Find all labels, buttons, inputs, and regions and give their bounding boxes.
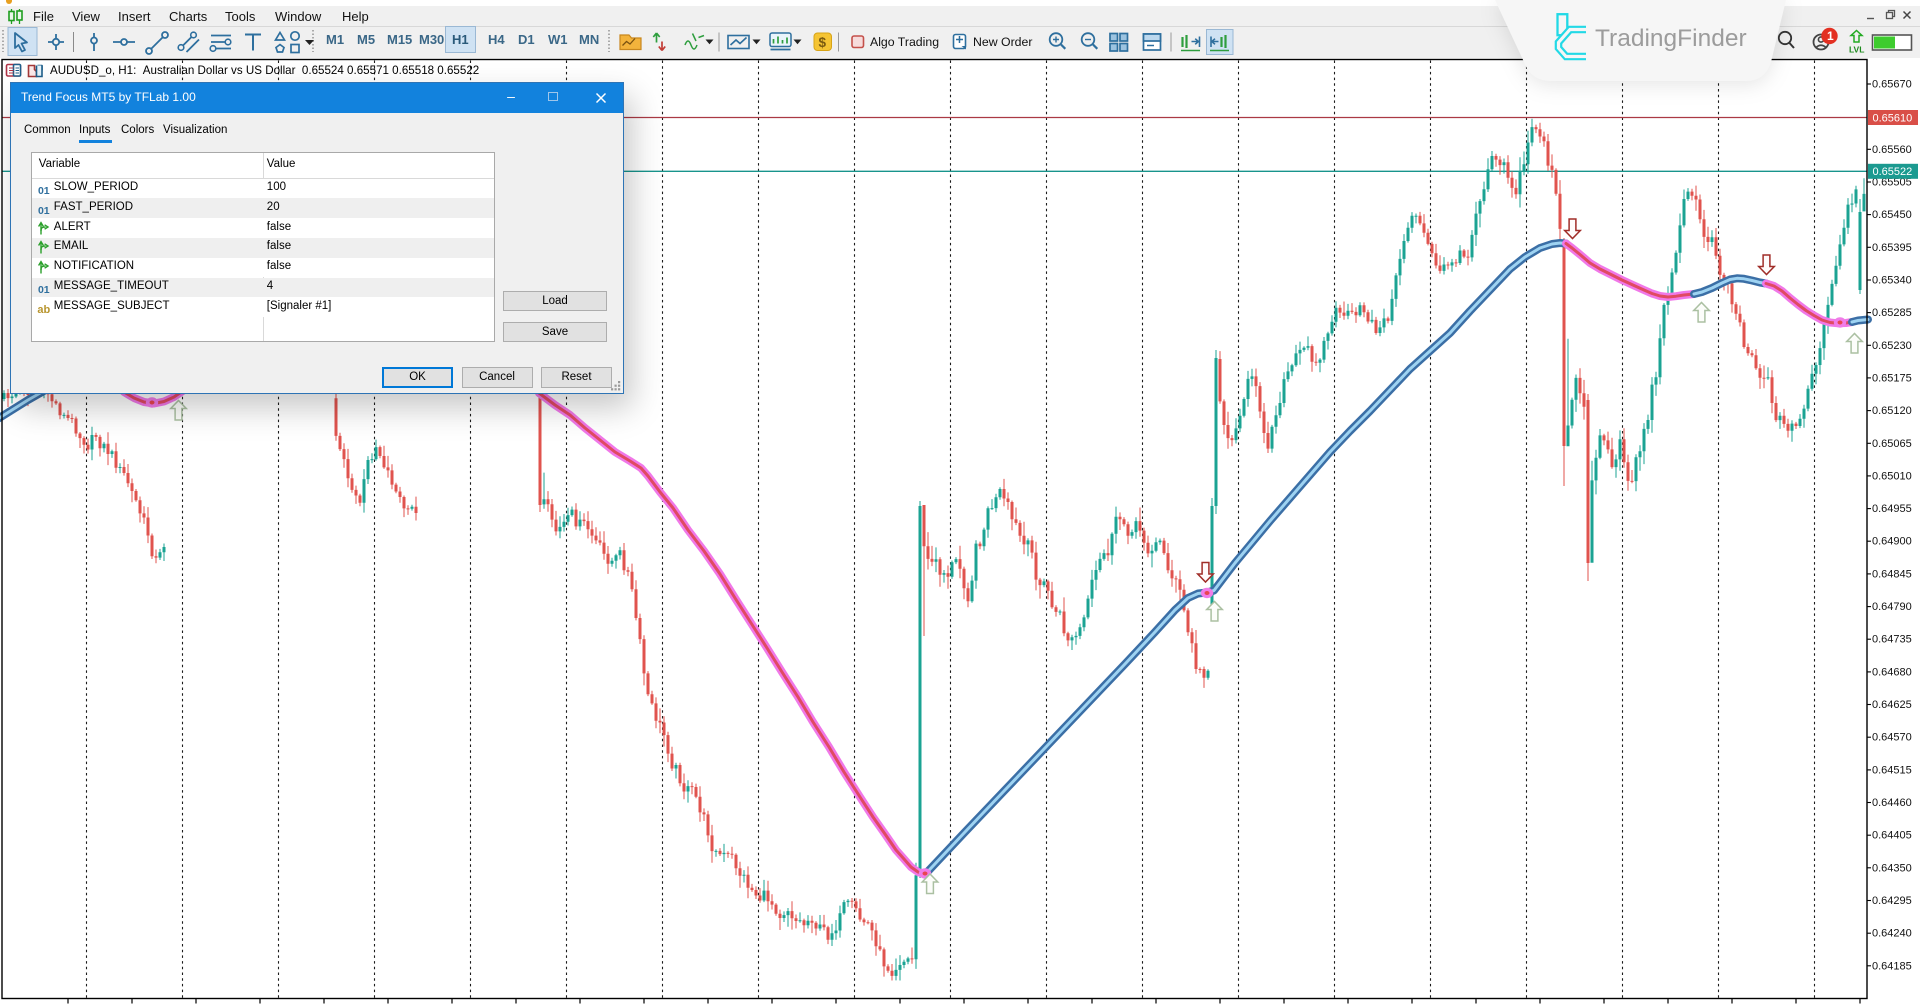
svg-text:0.65120: 0.65120 [1872,405,1912,417]
svg-text:AUDUSD_o, H1: Australian Doll: AUDUSD_o, H1: Australian Dollar vs US Do… [50,64,479,77]
svg-text:0.65065: 0.65065 [1872,438,1912,450]
svg-text:0.65450: 0.65450 [1872,209,1912,221]
svg-text:0.65610: 0.65610 [1873,112,1913,124]
svg-text:0.65522: 0.65522 [1873,166,1913,178]
svg-text:$: $ [819,35,827,50]
svg-text:0.65175: 0.65175 [1872,372,1912,384]
svg-text:0.64350: 0.64350 [1872,862,1912,874]
svg-text:0.64735: 0.64735 [1872,634,1912,646]
svg-text:Algo Trading: Algo Trading [870,35,939,49]
svg-text:1: 1 [1827,29,1834,43]
svg-text:0.65560: 0.65560 [1872,144,1912,156]
svg-text:0.64625: 0.64625 [1872,699,1912,711]
svg-text:0.64185: 0.64185 [1872,960,1912,972]
svg-text:LVL: LVL [1849,45,1864,55]
svg-text:0.64845: 0.64845 [1872,568,1912,580]
svg-text:0.64295: 0.64295 [1872,895,1912,907]
svg-text:0.64900: 0.64900 [1872,536,1912,548]
svg-text:0.65670: 0.65670 [1872,79,1912,91]
svg-text:0.64790: 0.64790 [1872,601,1912,613]
svg-text:0.65010: 0.65010 [1872,470,1912,482]
svg-text:0.64405: 0.64405 [1872,830,1912,842]
svg-text:0.64680: 0.64680 [1872,666,1912,678]
svg-text:0.65340: 0.65340 [1872,275,1912,287]
svg-text:0.64240: 0.64240 [1872,928,1912,940]
svg-text:0.65285: 0.65285 [1872,307,1912,319]
svg-text:TradingFinder: TradingFinder [1595,25,1747,52]
svg-text:0.64460: 0.64460 [1872,797,1912,809]
svg-text:0.65395: 0.65395 [1872,242,1912,254]
svg-text:0.64955: 0.64955 [1872,503,1912,515]
svg-text:0.65230: 0.65230 [1872,340,1912,352]
svg-text:0.64515: 0.64515 [1872,764,1912,776]
svg-text:New Order: New Order [973,35,1032,49]
svg-text:0.64570: 0.64570 [1872,732,1912,744]
